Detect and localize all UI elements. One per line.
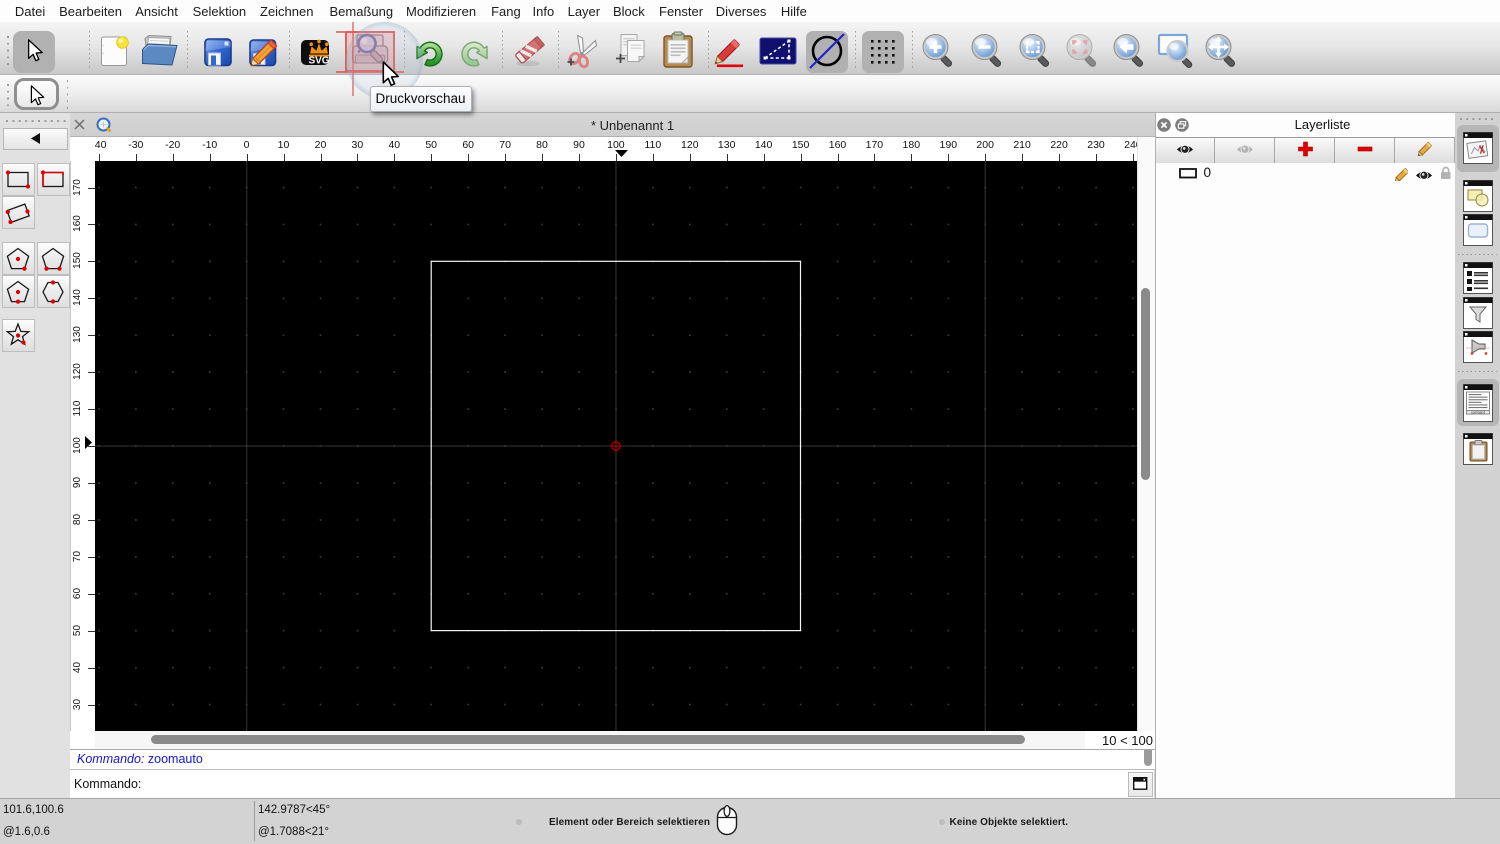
- svg-text:SVG: SVG: [308, 56, 329, 67]
- svg-text:command: command: [1471, 410, 1485, 414]
